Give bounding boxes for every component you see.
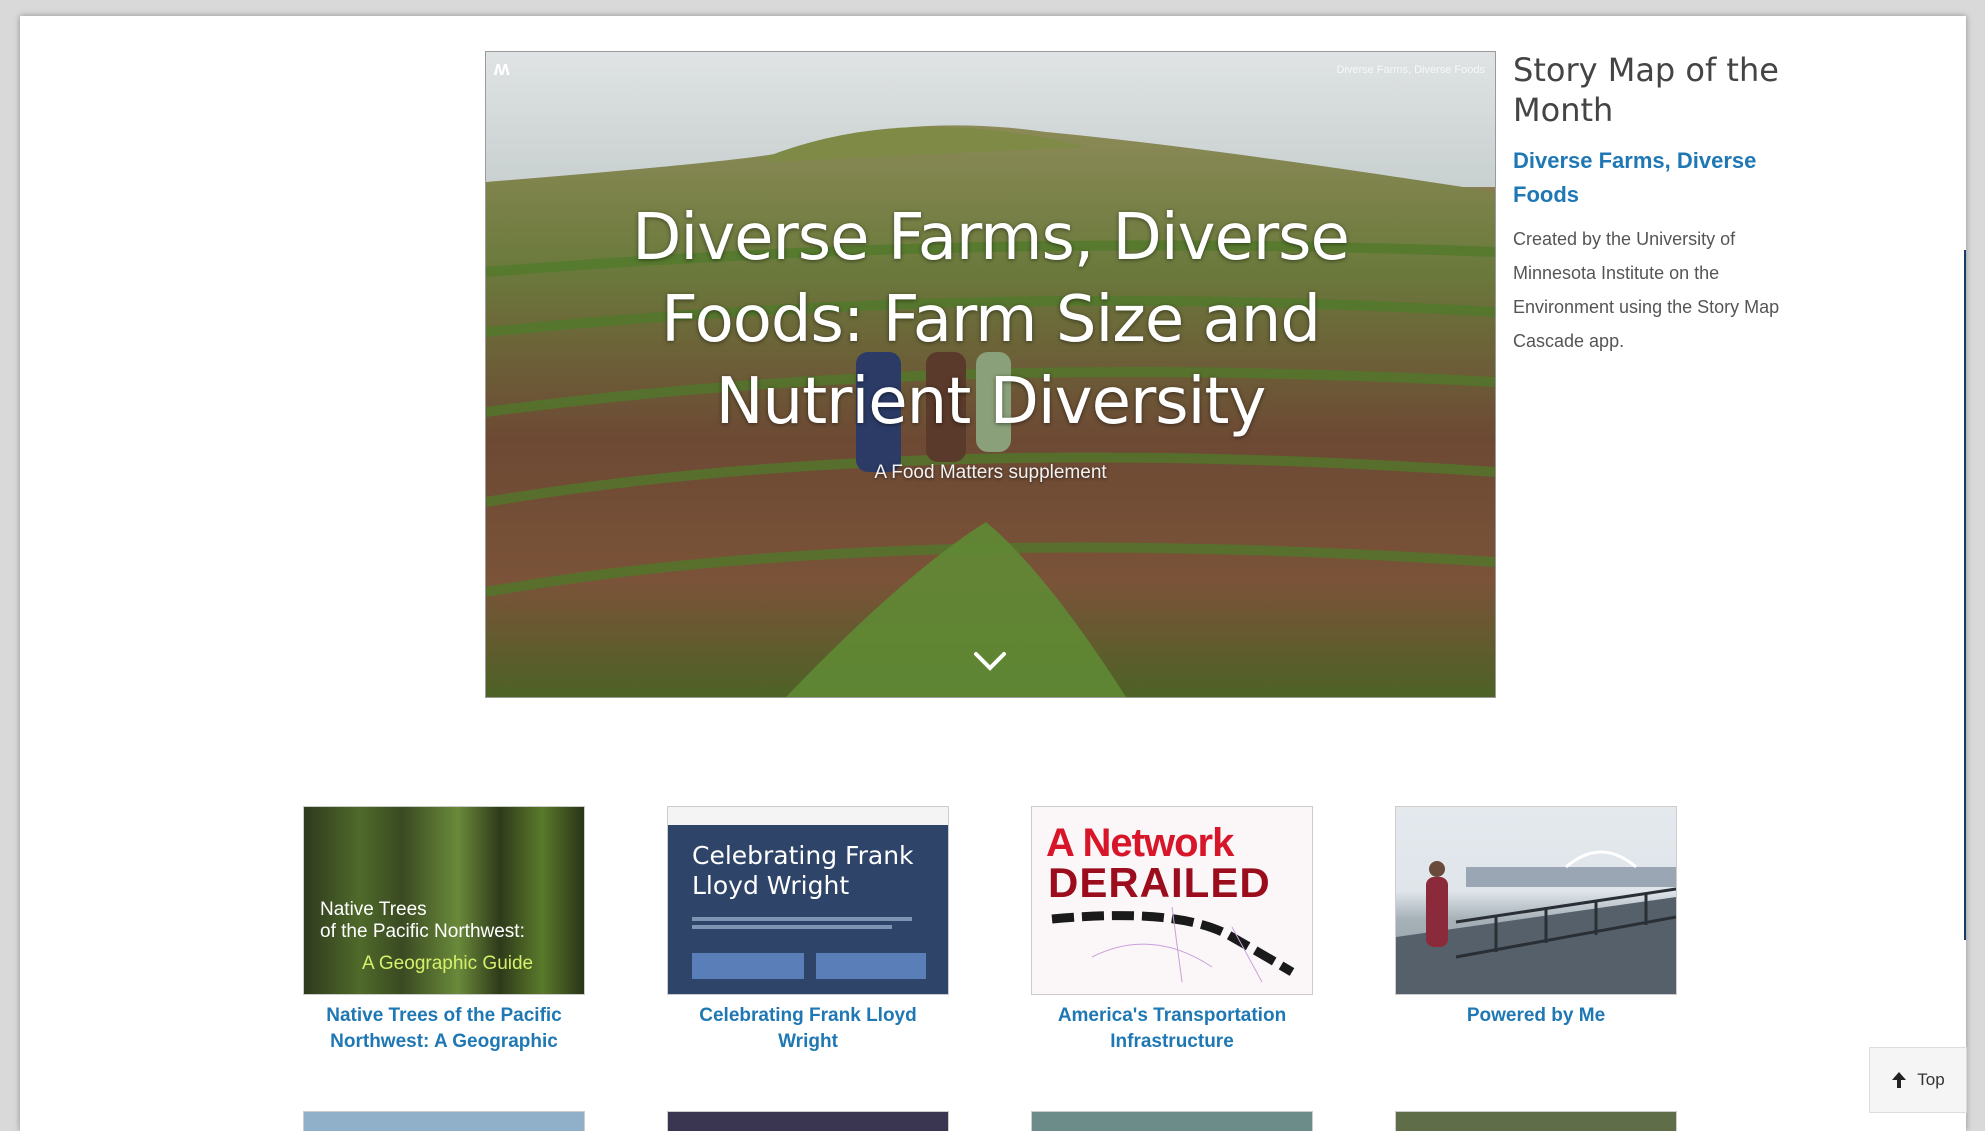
gallery-thumbnail[interactable]: Native Trees of the Pacific Northwest: A… <box>303 806 585 995</box>
riverside-photo <box>1396 850 1676 994</box>
thumb-line: A Geographic Guide <box>362 953 534 974</box>
gallery-thumbnail[interactable] <box>303 1111 585 1131</box>
gallery-thumbnail[interactable]: Celebrating Frank Lloyd Wright <box>667 806 949 995</box>
side-heading: Story Map of the Month <box>1513 51 1779 129</box>
featured-story-description: Created by the University of Minnesota I… <box>1513 229 1780 351</box>
hero-story-image[interactable]: ʍ Diverse Farms, Diverse Foods Diverse F… <box>485 51 1496 698</box>
scroll-indicator <box>1964 250 1966 940</box>
page: ʍ Diverse Farms, Diverse Foods Diverse F… <box>20 16 1966 1131</box>
gallery-card-title[interactable]: Celebrating Frank Lloyd Wright <box>667 1003 949 1055</box>
gallery-card-title[interactable]: Native Trees of the Pacific Northwest: A… <box>303 1003 585 1055</box>
hero-share-text[interactable]: Diverse Farms, Diverse Foods <box>1336 64 1485 76</box>
thumb-line: Celebrating Frank <box>692 841 914 870</box>
gallery-card-frank-lloyd-wright[interactable]: Celebrating Frank Lloyd Wright Celebrati… <box>667 806 949 1055</box>
thumb-line: of the Pacific Northwest: <box>320 921 525 942</box>
chevron-down-icon[interactable] <box>973 650 1007 674</box>
gallery-thumbnail[interactable] <box>1031 1111 1313 1131</box>
story-map-logo-icon[interactable]: ʍ <box>494 58 524 80</box>
gallery-card-title[interactable]: Powered by Me <box>1395 1003 1677 1029</box>
thumb-line: Lloyd Wright <box>692 871 850 900</box>
gallery-thumbnail[interactable]: A Network DERAILED <box>1031 806 1313 995</box>
hero-subtitle: A Food Matters supplement <box>874 462 1107 483</box>
gallery-thumbnail[interactable] <box>1395 806 1677 995</box>
gallery-thumbnail[interactable] <box>1395 1111 1677 1131</box>
featured-story-link[interactable]: Diverse Farms, Diverse Foods <box>1513 144 1813 212</box>
rail-line-graphic <box>1051 906 1295 983</box>
gallery-card-title[interactable]: America's Transportation Infrastructure <box>1031 1003 1313 1055</box>
gallery-card-network-derailed[interactable]: A Network DERAILED America's Transportat… <box>1031 806 1313 1055</box>
gallery-card-powered-by-me[interactable]: Powered by Me <box>1395 806 1677 1029</box>
arrow-up-icon <box>1892 1072 1907 1088</box>
thumb-line: Native Trees <box>320 899 427 920</box>
story-map-of-month-panel: Story Map of the Month Diverse Farms, Di… <box>1513 50 1813 358</box>
hero-title: Diverse Farms, Diverse Foods: Farm Size … <box>632 201 1350 439</box>
gallery-card-native-trees[interactable]: Native Trees of the Pacific Northwest: A… <box>303 806 585 1055</box>
gallery-thumbnail[interactable] <box>667 1111 949 1131</box>
back-to-top-label: Top <box>1917 1070 1945 1089</box>
back-to-top-button[interactable]: Top <box>1869 1047 1967 1113</box>
